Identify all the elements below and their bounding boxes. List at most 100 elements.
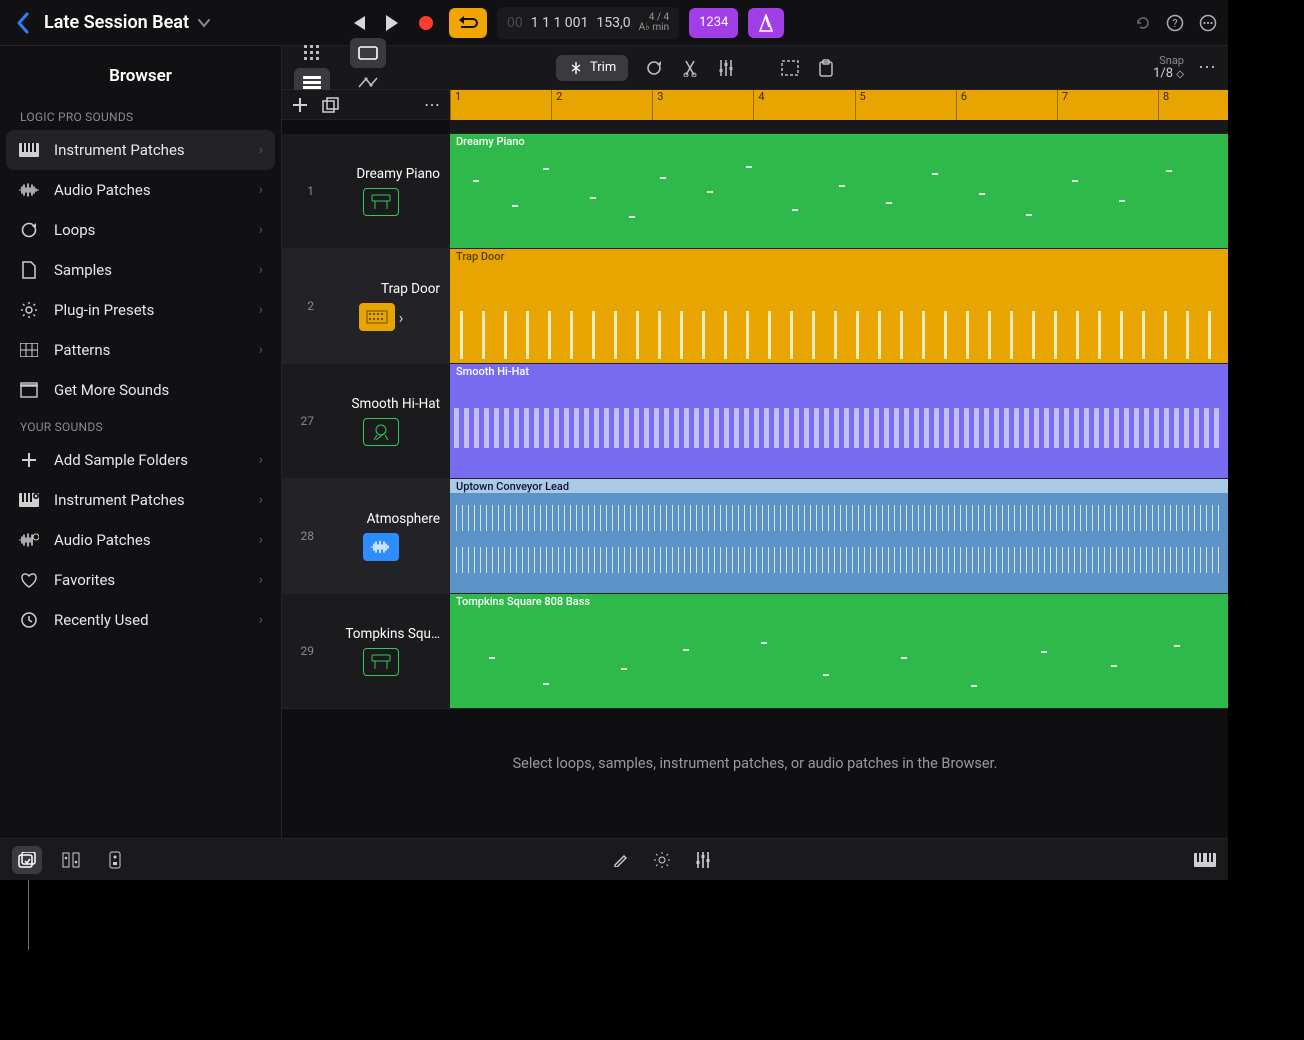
sidebar-item-samples[interactable]: Samples › [6,250,275,290]
split-tool-button[interactable] [672,53,708,83]
trim-tool-button[interactable]: Trim [556,55,628,81]
bar-ruler[interactable]: 1 2 3 4 5 6 7 8 [450,90,1228,120]
more-icon[interactable] [1198,14,1218,32]
track-region[interactable]: Dreamy Piano [450,134,1228,248]
sidebar-item-user-audio-patches[interactable]: Audio Patches › [6,520,275,560]
snap-value: 1/8 [1153,66,1173,81]
keyboard-button[interactable] [1194,853,1216,867]
region-clip[interactable]: Dreamy Piano [450,134,1228,248]
sidebar-item-patterns[interactable]: Patterns › [6,330,275,370]
lcd-tempo: 153,0 [596,15,630,31]
sidebar-item-add-folders[interactable]: Add Sample Folders › [6,440,275,480]
sidebar-item-recently-used[interactable]: Recently Used › [6,600,275,640]
plus-icon [18,452,40,468]
sidebar-item-loops[interactable]: Loops › [6,210,275,250]
track-region[interactable]: Uptown Conveyor Lead [450,479,1228,593]
track-header[interactable]: 1 Dreamy Piano [282,134,450,248]
track-row[interactable]: 27 Smooth Hi-Hat Smooth Hi-Hat [282,364,1228,479]
plugin-tab-button[interactable] [100,846,130,874]
sidebar-item-audio-patches[interactable]: Audio Patches › [6,170,275,210]
cycle-button[interactable] [449,8,487,38]
add-track-button[interactable] [292,97,308,113]
sub-ruler[interactable] [450,120,1228,134]
region-clip[interactable]: Trap Door [450,249,1228,363]
track-region[interactable]: Tompkins Square 808 Bass [450,594,1228,708]
edit-tool-button[interactable] [613,851,629,869]
sidebar-item-plugin-presets[interactable]: Plug-in Presets › [6,290,275,330]
title-chevron-icon[interactable] [197,18,211,28]
lcd-display[interactable]: 00 1 1 1 001 153,0 4 / 4 A♭ min [497,7,679,39]
lcd-key: A♭ min [639,23,669,33]
project-title[interactable]: Late Session Beat [44,12,189,33]
instrument-icon[interactable] [363,418,399,446]
region-mode-button[interactable] [350,38,386,68]
duplicate-track-button[interactable] [322,97,340,113]
waveform-icon [18,183,40,197]
top-bar: Late Session Beat 00 1 1 1 001 153,0 [0,0,1228,46]
sidebar-item-label: Recently Used [54,611,149,629]
track-header[interactable]: 27 Smooth Hi-Hat [282,364,450,478]
toolbar-more-icon[interactable]: ⋯ [1198,57,1216,78]
track-header[interactable]: 28 Atmosphere [282,479,450,593]
undo-icon[interactable] [1134,14,1152,32]
region-clip[interactable]: Smooth Hi-Hat [450,364,1228,478]
play-button[interactable] [375,7,409,39]
track-number: 1 [292,184,314,198]
track-number: 27 [292,414,314,428]
track-row[interactable]: 2 Trap Door › Trap Door [282,249,1228,364]
track-header[interactable]: 29 Tompkins Squ… [282,594,450,708]
chevron-right-icon: › [259,572,263,588]
track-row[interactable]: 28 Atmosphere Uptown Conveyor Lead [282,479,1228,594]
metronome-badge[interactable] [748,8,784,38]
loop-tool-button[interactable] [636,53,672,83]
grid-icon [18,343,40,357]
count-in-badge[interactable]: 1234 [689,8,738,38]
sidebar-item-user-instrument-patches[interactable]: Instrument Patches › [6,480,275,520]
track-name: Trap Door [322,281,440,297]
browser-tab-button[interactable] [12,846,42,874]
track-expand-icon[interactable]: › [399,308,404,327]
instrument-icon[interactable] [363,188,399,216]
marquee-tool-button[interactable] [772,53,808,83]
piano-user-icon [18,493,40,507]
ruler-tick: 4 [753,90,764,120]
chevron-right-icon: › [259,452,263,468]
track-name: Atmosphere [322,511,440,527]
sidebar-item-label: Samples [54,261,112,279]
snap-indicator[interactable]: Snap 1/8 ◇ [1153,54,1184,81]
track-header[interactable]: 2 Trap Door › [282,249,450,363]
box-icon [18,382,40,398]
help-icon[interactable]: ? [1166,14,1184,32]
instrument-icon[interactable] [363,648,399,676]
back-button[interactable] [10,12,36,34]
chevron-right-icon: › [259,222,263,238]
instrument-icon[interactable] [363,533,399,561]
clipboard-button[interactable] [808,53,844,83]
record-button[interactable] [409,7,443,39]
mixer-tool-button[interactable] [708,53,744,83]
svg-text:?: ? [1172,17,1177,30]
sidebar-item-get-more-sounds[interactable]: Get More Sounds [6,370,275,410]
region-clip[interactable]: Tompkins Square 808 Bass [450,594,1228,708]
track-number: 28 [292,529,314,543]
go-to-start-button[interactable] [341,7,375,39]
loop-icon [18,221,40,239]
sidebar-item-label: Instrument Patches [54,491,185,509]
mixer-tab-button[interactable] [56,846,86,874]
faders-button[interactable] [695,851,711,869]
track-row[interactable]: 29 Tompkins Squ… Tompkins Square 808 Bas… [282,594,1228,709]
chevron-right-icon: › [259,182,263,198]
instrument-icon[interactable] [359,303,395,331]
track-region[interactable]: Trap Door [450,249,1228,363]
region-clip[interactable]: Uptown Conveyor Lead [450,479,1228,593]
smart-controls-button[interactable] [653,851,671,869]
track-row[interactable]: 1 Dreamy Piano Dreamy Piano [282,134,1228,249]
grid-view-button[interactable] [294,38,330,68]
track-header-more-icon[interactable]: ⋯ [424,95,440,114]
clock-icon [18,611,40,629]
sidebar-item-instrument-patches[interactable]: Instrument Patches › [6,130,275,170]
track-name: Dreamy Piano [322,166,440,182]
timeline-header: ⋯ 1 2 3 4 5 6 7 8 [282,90,1228,120]
sidebar-item-favorites[interactable]: Favorites › [6,560,275,600]
track-region[interactable]: Smooth Hi-Hat [450,364,1228,478]
